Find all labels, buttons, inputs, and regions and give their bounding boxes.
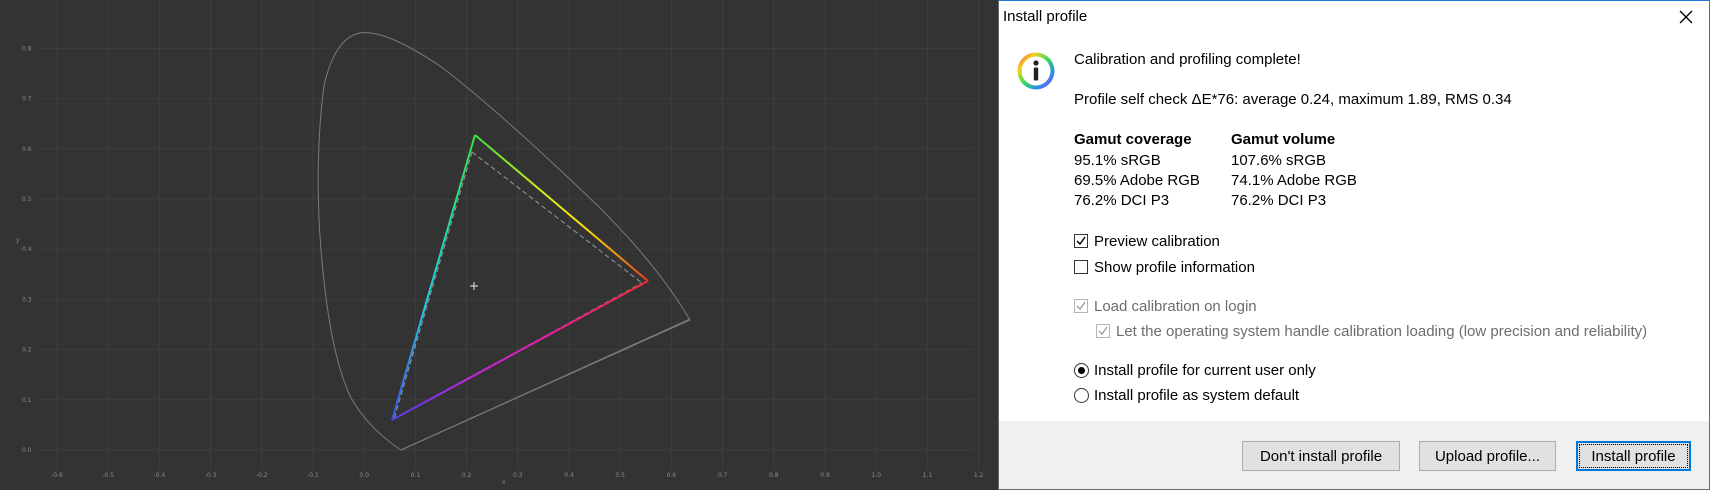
gamut-edge-green-red: [474, 134, 649, 282]
x-tick-label: 0.9: [820, 472, 830, 479]
load-calibration-on-login-checkbox[interactable]: [1074, 299, 1088, 313]
close-icon: [1679, 10, 1693, 24]
gamut-edge-blue-red: [391, 280, 649, 421]
x-tick-label: -0.6: [51, 472, 63, 479]
y-tick-label: 0.2: [22, 347, 32, 354]
show-profile-information-option[interactable]: Show profile information: [1074, 258, 1274, 278]
y-tick-label: 0.1: [22, 397, 32, 404]
upload-profile-button[interactable]: Upload profile...: [1419, 441, 1556, 471]
y-tick-label: 0.0: [22, 447, 32, 454]
checkmark-icon: [1076, 236, 1086, 246]
x-tick-label: 0.3: [513, 472, 523, 479]
load-calibration-on-login-option[interactable]: Load calibration on login: [1074, 297, 1294, 317]
x-tick-label: 1.1: [923, 472, 933, 479]
white-point-marker: [470, 282, 478, 290]
checkmark-icon: [1098, 326, 1108, 336]
close-button[interactable]: [1663, 1, 1709, 33]
self-check-summary: Profile self check ΔE*76: average 0.24, …: [1074, 91, 1512, 108]
y-tick-label: 0.3: [22, 296, 32, 303]
os-handle-calibration-label: Let the operating system handle calibrat…: [1116, 323, 1648, 340]
y-tick-label: 0.5: [22, 196, 32, 203]
dialog-button-bar: Don't install profile Upload profile... …: [999, 421, 1709, 489]
chart-ticks: -0.6 -0.5 -0.4 -0.3 -0.2 -0.1 0.0 0.1 0.2 0.3 0.4 0…: [22, 45, 984, 479]
dialog-titlebar: Install profile: [999, 1, 1709, 33]
cie-chromaticity-chart: -0.6 -0.5 -0.4 -0.3 -0.2 -0.1 0.0 0.1 0.2 0.3 0.4 0…: [0, 0, 998, 490]
gamut-volume-adobe-rgb: 74.1% Adobe RGB: [1231, 172, 1357, 189]
gamut-coverage-srgb: 95.1% sRGB: [1074, 152, 1161, 169]
gamut-volume-dci-p3: 76.2% DCI P3: [1231, 192, 1327, 209]
install-scope-system-default-label: Install profile as system default: [1094, 387, 1300, 404]
checkmark-icon: [1076, 301, 1086, 311]
install-scope-current-user-radio[interactable]: [1074, 363, 1089, 378]
install-scope-system-default-option[interactable]: Install profile as system default: [1074, 386, 1314, 406]
show-profile-information-checkbox[interactable]: [1074, 260, 1088, 274]
reference-gamut-green-blue: [393, 151, 473, 420]
gamut-coverage-title: Gamut coverage: [1074, 131, 1192, 148]
os-handle-calibration-option[interactable]: Let the operating system handle calibrat…: [1096, 322, 1696, 342]
x-tick-label: 0.6: [667, 472, 677, 479]
x-tick-label: -0.4: [154, 472, 166, 479]
x-tick-label: 0.4: [564, 472, 574, 479]
preview-calibration-label: Preview calibration: [1094, 233, 1220, 250]
x-tick-label: 0.5: [615, 472, 625, 479]
y-tick-label: 0.8: [22, 45, 32, 52]
x-tick-label: 0.0: [359, 472, 369, 479]
install-profile-button[interactable]: Install profile: [1576, 441, 1691, 471]
y-tick-label: 0.7: [22, 96, 32, 103]
focus-rect: [1579, 444, 1688, 468]
x-tick-label: 0.2: [462, 472, 472, 479]
preview-calibration-checkbox[interactable]: [1074, 234, 1088, 248]
reference-gamut-red-green: [471, 151, 643, 284]
x-tick-label: -0.2: [256, 472, 268, 479]
radio-selected-dot: [1078, 367, 1085, 374]
y-axis-label: y: [16, 237, 20, 244]
y-tick-label: 0.4: [22, 246, 32, 253]
y-tick-label: 0.6: [22, 146, 32, 153]
install-scope-system-default-radio[interactable]: [1074, 388, 1089, 403]
spectral-locus: [317, 32, 691, 451]
x-tick-label: 1.0: [871, 472, 881, 479]
purple-line-edge: [400, 318, 691, 451]
x-tick-label: 0.1: [411, 472, 421, 479]
install-scope-current-user-label: Install profile for current user only: [1094, 362, 1316, 379]
gamut-volume-title: Gamut volume: [1231, 131, 1336, 148]
gamut-edge-green-blue: [391, 134, 476, 421]
x-axis-label: x: [502, 479, 506, 486]
x-tick-label: 1.2: [974, 472, 984, 479]
dont-install-profile-button[interactable]: Don't install profile: [1242, 441, 1400, 471]
x-tick-label: 0.8: [769, 472, 779, 479]
x-tick-label: 0.7: [718, 472, 728, 479]
preview-calibration-option[interactable]: Preview calibration: [1074, 232, 1244, 252]
show-profile-information-label: Show profile information: [1094, 259, 1255, 276]
install-scope-current-user-option[interactable]: Install profile for current user only: [1074, 361, 1334, 381]
chart-grid: [40, 0, 980, 470]
cie-diagram-svg: -0.6 -0.5 -0.4 -0.3 -0.2 -0.1 0.0 0.1 0.2 0.3 0.4 0…: [16, 0, 984, 486]
info-icon: [1017, 52, 1055, 90]
os-handle-calibration-checkbox[interactable]: [1096, 324, 1110, 338]
completion-heading: Calibration and profiling complete!: [1074, 51, 1301, 68]
x-tick-label: -0.3: [205, 472, 217, 479]
gamut-coverage-dci-p3: 76.2% DCI P3: [1074, 192, 1170, 209]
x-tick-label: -0.5: [102, 472, 114, 479]
x-tick-label: -0.1: [307, 472, 319, 479]
gamut-coverage-adobe-rgb: 69.5% Adobe RGB: [1074, 172, 1200, 189]
install-profile-dialog: Install profile Calibration and profilin…: [998, 0, 1710, 490]
load-calibration-on-login-label: Load calibration on login: [1094, 298, 1257, 315]
dialog-title: Install profile: [1003, 8, 1088, 25]
gamut-volume-srgb: 107.6% sRGB: [1231, 152, 1327, 169]
